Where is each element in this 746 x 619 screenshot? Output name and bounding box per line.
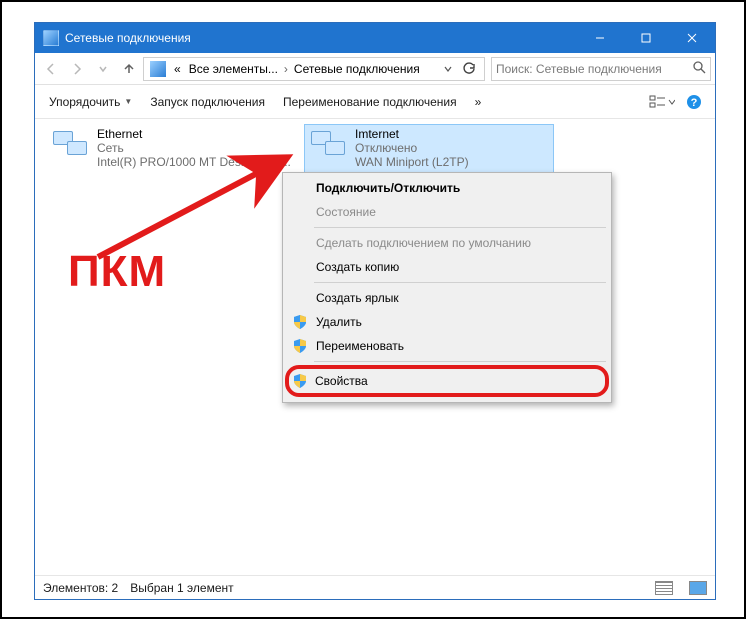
connection-status: Отключено: [355, 141, 469, 155]
connection-status: Сеть: [97, 141, 291, 155]
connection-device: WAN Miniport (L2TP): [355, 155, 469, 169]
address-dropdown[interactable]: [440, 58, 456, 80]
svg-text:?: ?: [691, 97, 698, 109]
details-view-button[interactable]: [655, 581, 673, 595]
close-button[interactable]: [669, 23, 715, 53]
menu-shortcut[interactable]: Создать ярлык: [286, 286, 608, 310]
menu-separator: [314, 361, 606, 362]
menu-rename[interactable]: Переименовать: [286, 334, 608, 358]
selection-count: Выбран 1 элемент: [130, 581, 233, 595]
menu-default: Сделать подключением по умолчанию: [286, 231, 608, 255]
network-icon: [51, 127, 91, 167]
recent-button[interactable]: [91, 57, 115, 81]
annotation-text: ПКМ: [68, 247, 166, 297]
menu-connect[interactable]: Подключить/Отключить: [286, 176, 608, 200]
search-placeholder: Поиск: Сетевые подключения: [496, 62, 662, 76]
status-bar: Элементов: 2 Выбран 1 элемент: [35, 575, 715, 599]
connection-item-imternet[interactable]: Imternet Отключено WAN Miniport (L2TP): [305, 125, 553, 173]
forward-button[interactable]: [65, 57, 89, 81]
shield-icon: [292, 338, 308, 354]
more-commands-button[interactable]: »: [469, 91, 488, 113]
organize-button[interactable]: Упорядочить▼: [43, 91, 138, 113]
highlight-box: Свойства: [285, 365, 609, 397]
address-bar[interactable]: « Все элементы... › Сетевые подключения: [143, 57, 485, 81]
menu-separator: [314, 227, 606, 228]
minimize-button[interactable]: [577, 23, 623, 53]
shield-icon: [292, 373, 308, 389]
breadcrumb-prefix: «: [170, 62, 185, 76]
breadcrumb-item[interactable]: Все элементы...: [185, 62, 282, 76]
context-menu: Подключить/Отключить Состояние Сделать п…: [282, 172, 612, 403]
chevron-down-icon: ▼: [124, 97, 132, 106]
titlebar: Сетевые подключения: [35, 23, 715, 53]
up-button[interactable]: [117, 57, 141, 81]
address-icon: [150, 61, 166, 77]
search-box[interactable]: Поиск: Сетевые подключения: [491, 57, 711, 81]
item-count: Элементов: 2: [43, 581, 118, 595]
connection-name: Imternet: [355, 127, 469, 141]
menu-state: Состояние: [286, 200, 608, 224]
shield-icon: [292, 314, 308, 330]
start-connection-button[interactable]: Запуск подключения: [144, 91, 271, 113]
maximize-button[interactable]: [623, 23, 669, 53]
window-title: Сетевые подключения: [65, 31, 577, 45]
breadcrumb-item[interactable]: Сетевые подключения: [290, 62, 424, 76]
menu-properties[interactable]: Свойства: [289, 369, 605, 393]
window-icon: [43, 30, 59, 46]
rename-connection-button[interactable]: Переименование подключения: [277, 91, 463, 113]
connection-device: Intel(R) PRO/1000 MT Desktop Ad...: [97, 155, 291, 169]
connection-item-ethernet[interactable]: Ethernet Сеть Intel(R) PRO/1000 MT Deskt…: [47, 125, 295, 173]
command-bar: Упорядочить▼ Запуск подключения Переимен…: [35, 85, 715, 119]
menu-copy[interactable]: Создать копию: [286, 255, 608, 279]
connection-name: Ethernet: [97, 127, 291, 141]
tiles-view-button[interactable]: [689, 581, 707, 595]
back-button[interactable]: [39, 57, 63, 81]
network-icon: [309, 127, 349, 167]
chevron-right-icon[interactable]: ›: [282, 62, 290, 76]
menu-delete[interactable]: Удалить: [286, 310, 608, 334]
search-icon: [692, 60, 706, 77]
refresh-button[interactable]: [458, 58, 480, 80]
view-options-button[interactable]: [649, 89, 675, 115]
menu-separator: [314, 282, 606, 283]
help-button[interactable]: ?: [681, 89, 707, 115]
navbar: « Все элементы... › Сетевые подключения …: [35, 53, 715, 85]
